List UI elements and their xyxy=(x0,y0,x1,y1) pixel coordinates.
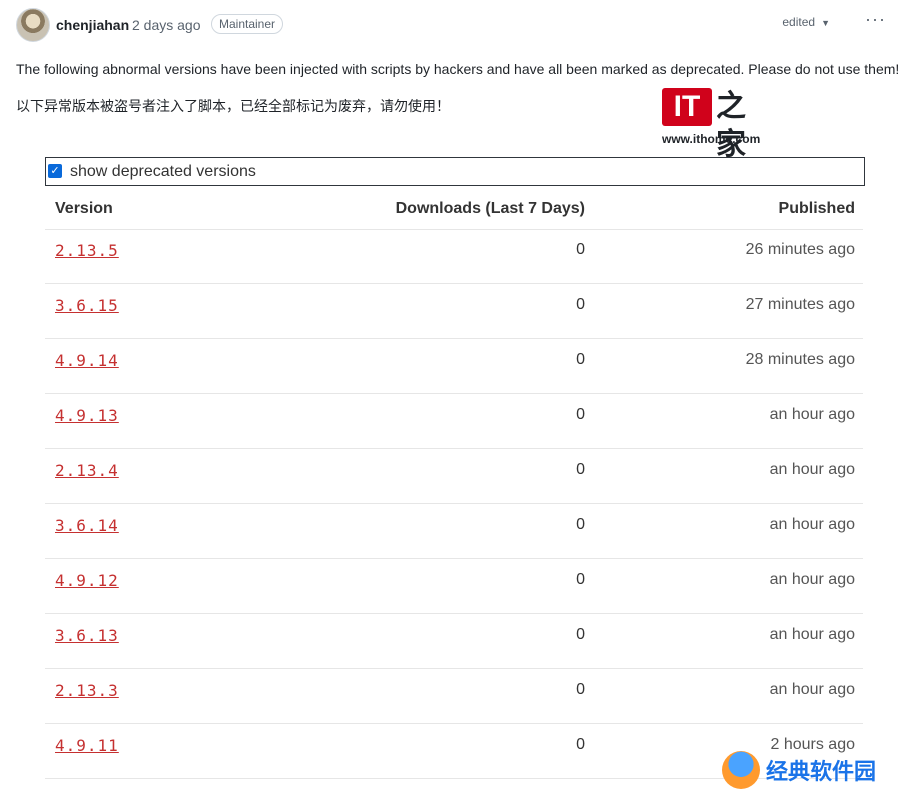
table-row: 2.13.4 0 an hour ago xyxy=(45,449,863,504)
table-header: Version Downloads (Last 7 Days) Publishe… xyxy=(45,197,863,230)
version-link[interactable]: 3.6.14 xyxy=(55,516,119,535)
version-link[interactable]: 4.9.11 xyxy=(55,736,119,755)
column-header-downloads: Downloads (Last 7 Days) xyxy=(395,200,585,217)
avatar[interactable] xyxy=(16,8,50,42)
version-link[interactable]: 4.9.13 xyxy=(55,406,119,425)
published-time: an hour ago xyxy=(769,516,855,533)
table-row: 3.6.15 0 27 minutes ago xyxy=(45,284,863,339)
table-row: 2.13.5 0 26 minutes ago xyxy=(45,229,863,284)
checkbox-checked-icon[interactable]: ✓ xyxy=(48,164,62,178)
logo-chinese: 之家 xyxy=(716,90,746,161)
downloads-count: 0 xyxy=(576,406,585,423)
comment-body-zh: 以下异常版本被盗号者注入了脚本，已经全部标记为废弃，请勿使用！ xyxy=(16,98,450,114)
version-link[interactable]: 4.9.12 xyxy=(55,571,119,590)
downloads-count: 0 xyxy=(576,296,585,313)
versions-table-body: 2.13.5 0 26 minutes ago 3.6.15 0 27 minu… xyxy=(45,229,863,779)
logo-mark: IT xyxy=(662,88,712,126)
version-link[interactable]: 3.6.13 xyxy=(55,626,119,645)
table-row: 4.9.13 0 an hour ago xyxy=(45,394,863,449)
table-row: 3.6.13 0 an hour ago xyxy=(45,614,863,669)
column-header-published: Published xyxy=(778,200,855,217)
published-time: 26 minutes ago xyxy=(745,241,855,258)
edited-dropdown[interactable]: edited ▼ xyxy=(782,15,830,29)
checkbox-label: show deprecated versions xyxy=(70,163,256,180)
downloads-count: 0 xyxy=(576,351,585,368)
timestamp-link[interactable]: 2 days ago xyxy=(132,17,201,33)
site-watermark: 经典软件园 xyxy=(722,748,892,789)
maintainer-badge: Maintainer xyxy=(211,14,284,34)
downloads-count: 0 xyxy=(576,571,585,588)
version-link[interactable]: 4.9.14 xyxy=(55,351,119,370)
username-link[interactable]: chenjiahan xyxy=(56,17,129,33)
published-time: 28 minutes ago xyxy=(745,351,855,368)
logo-url: www.ithome.com xyxy=(662,132,761,146)
version-link[interactable]: 2.13.4 xyxy=(55,461,119,480)
versions-panel: ✓ show deprecated versions Version Downl… xyxy=(45,157,865,779)
chevron-down-icon: ▼ xyxy=(821,18,830,28)
comment-body-en: The following abnormal versions have bee… xyxy=(16,61,900,77)
published-time: 27 minutes ago xyxy=(745,296,855,313)
column-header-version: Version xyxy=(55,200,113,217)
published-time: an hour ago xyxy=(769,681,855,698)
version-link[interactable]: 2.13.5 xyxy=(55,241,119,260)
downloads-count: 0 xyxy=(576,736,585,753)
more-options-button[interactable]: ··· xyxy=(865,9,886,30)
table-row: 3.6.14 0 an hour ago xyxy=(45,504,863,559)
downloads-count: 0 xyxy=(576,241,585,258)
watermark-logo-icon xyxy=(722,751,760,789)
version-link[interactable]: 2.13.3 xyxy=(55,681,119,700)
downloads-count: 0 xyxy=(576,461,585,478)
downloads-count: 0 xyxy=(576,516,585,533)
watermark-text: 经典软件园 xyxy=(766,759,877,784)
table-row: 4.9.14 0 28 minutes ago xyxy=(45,339,863,394)
edited-label: edited xyxy=(782,15,816,29)
published-time: an hour ago xyxy=(769,406,855,423)
published-time: an hour ago xyxy=(769,626,855,643)
downloads-count: 0 xyxy=(576,681,585,698)
published-time: an hour ago xyxy=(769,461,855,478)
table-row: 4.9.12 0 an hour ago xyxy=(45,559,863,614)
table-row: 2.13.3 0 an hour ago xyxy=(45,669,863,724)
ithome-logo: IT 之家 www.ithome.com xyxy=(662,88,766,161)
published-time: an hour ago xyxy=(769,571,855,588)
version-link[interactable]: 3.6.15 xyxy=(55,296,119,315)
downloads-count: 0 xyxy=(576,626,585,643)
show-deprecated-toggle[interactable]: ✓ show deprecated versions xyxy=(45,157,865,186)
comment-header: chenjiahan 2 days ago Maintainer edited ▼… xyxy=(16,8,886,42)
